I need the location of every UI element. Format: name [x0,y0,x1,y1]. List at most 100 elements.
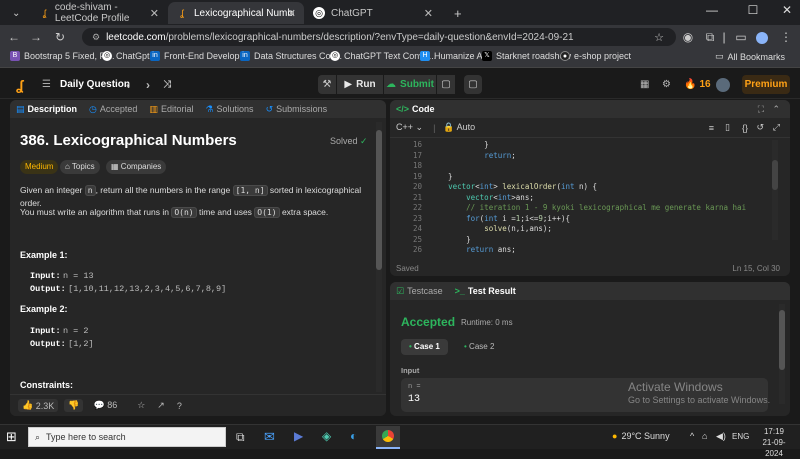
tab-chatgpt[interactable]: ◎ ChatGPT ✕ [305,2,441,24]
bookmark-item[interactable]: B Bootstrap 5 Fixed, Fl... [10,51,115,61]
code-line[interactable]: 25 } [390,235,770,246]
code-line[interactable]: 22 // iteration 1 - 9 kyoki lexicographi… [390,203,770,214]
task-view-icon[interactable]: ⧉ [236,430,245,445]
windows-start-icon[interactable]: ⊞ [6,430,20,444]
user-avatar[interactable] [716,75,730,94]
format-icon[interactable]: ≡ [709,123,714,133]
close-icon[interactable]: ✕ [424,7,433,20]
minimize-button[interactable]: — [702,3,722,17]
bookmark-star-icon[interactable]: ☆ [654,31,664,44]
comments-button[interactable]: 💬 86 [93,400,117,411]
premium-button[interactable]: Premium [742,75,790,94]
profile-avatar[interactable] [754,29,770,45]
result-scrollbar-thumb[interactable] [779,310,785,370]
tab-solutions[interactable]: ⚗ Solutions [205,104,253,115]
close-window-button[interactable]: ✕ [777,3,797,17]
menu-kebab-icon[interactable]: ⋮ [778,29,794,45]
tab-lexicographical-numbers[interactable]: ʆ Lexicographical Numbers - Leet ✕ [168,2,304,24]
submit-button[interactable]: ☁ Submit [384,75,436,94]
close-icon[interactable]: ✕ [150,7,159,20]
notes-button[interactable]: ▢ [437,75,455,94]
companies-badge[interactable]: ▦ Companies [106,160,167,174]
code-line[interactable]: 23 for(int i =1;i<=9;i++){ [390,214,770,225]
help-icon[interactable]: ? [177,401,182,411]
share-icon[interactable]: ↗ [157,400,165,411]
bookmark-icon[interactable]: ▯ [725,122,730,133]
bookmark-item[interactable]: 𝕏 Starknet roadshow [482,51,571,61]
taskbar-search-box[interactable]: ⌕ Type here to search [28,427,226,447]
like-button[interactable]: 👍 2.3K [18,399,59,412]
collapse-icon[interactable]: ⌃ [772,104,780,115]
tab-testcase[interactable]: ☑ Testcase [396,286,443,297]
close-icon[interactable]: ✕ [287,7,296,20]
code-line[interactable]: 16 } [390,140,770,151]
panel-layout-button[interactable]: ▢ [464,75,482,94]
dislike-button[interactable]: 👎 [64,399,84,412]
braces-icon[interactable]: {} [742,123,748,133]
clock[interactable]: 17:19 21-09-2024 [754,426,794,459]
maps-icon[interactable]: ◈ [322,429,331,443]
code-line[interactable]: 26 return ans; [390,245,770,256]
tab-description[interactable]: ▤ Description [16,104,77,115]
problem-list-icon[interactable]: ☰ [42,75,51,94]
new-tab-button[interactable]: + [446,2,466,24]
edge-icon[interactable]: ◐ [350,429,357,443]
powershell-icon[interactable]: ▶ [294,429,303,443]
code-line[interactable]: 24 solve(n,i,ans); [390,224,770,235]
extension-icon[interactable]: ◉ [680,29,696,45]
address-bar[interactable]: ⚙ leetcode.com /problems/lexicographical… [82,28,676,46]
tab-leetcode-profile[interactable]: ʆ code-shivam - LeetCode Profile ✕ [32,2,167,24]
run-button[interactable]: ▶ Run [337,75,383,94]
favorite-star-icon[interactable]: ☆ [137,400,145,411]
leetcode-logo-icon[interactable]: ʆ [16,75,24,94]
topics-badge[interactable]: ⌂ Topics [60,160,100,174]
expand-icon[interactable]: ⤢ [773,122,780,133]
mail-icon[interactable]: ✉ [264,429,275,445]
scrollbar-thumb[interactable] [376,130,382,270]
auto-mode-toggle[interactable]: 🔒 Auto [443,122,475,133]
result-scrollbar-track[interactable] [779,304,785,404]
bookmark-item[interactable]: ◎ ChatGpt [102,51,150,61]
next-question-button[interactable]: › [146,75,150,94]
network-icon[interactable]: ⌂ [702,431,707,441]
side-panel-icon[interactable]: ▭ [733,29,749,45]
case-2-tab[interactable]: • Case 2 [460,339,498,355]
reset-icon[interactable]: ↺ [756,122,764,133]
maximize-icon[interactable]: ⛶ [758,104,764,115]
bookmark-item[interactable]: ● e-shop project [560,51,631,61]
bookmark-item[interactable]: in Data Structures Coll... [240,51,342,61]
maximize-button[interactable]: ☐ [743,3,763,17]
shuffle-icon[interactable]: ⤨ [163,75,171,94]
weather-widget[interactable]: ● 29°C Sunny [612,431,670,441]
tab-test-result[interactable]: >_ Test Result [455,286,516,296]
code-line[interactable]: 18 [390,161,770,172]
bookmark-item[interactable]: H Humanize AI [420,51,485,61]
chrome-taskbar-button[interactable] [376,426,400,449]
bookmark-item[interactable]: in Front-End Develop... [150,51,247,61]
tab-code[interactable]: </> Code [396,104,435,114]
editor-scrollbar-thumb[interactable] [772,160,778,190]
settings-gear-icon[interactable]: ⚙ [662,75,671,94]
forward-button[interactable]: → [28,29,44,45]
volume-icon[interactable]: ◀) [716,431,726,442]
tab-submissions[interactable]: ↺ Submissions [266,104,328,115]
code-line[interactable]: 21 vector<int>ans; [390,193,770,204]
streak-counter[interactable]: 🔥 16 [684,75,711,94]
editor-scrollbar-track[interactable] [772,140,778,240]
case-1-tab[interactable]: • Case 1 [401,339,448,355]
code-editor[interactable]: 16 } 17 return; 18 19 } 20 vector<int> lexic… [390,140,782,254]
site-info-icon[interactable]: ⚙ [92,32,100,43]
code-line[interactable]: 19 } [390,172,770,183]
scrollbar-track[interactable] [376,122,382,392]
tab-editorial[interactable]: ▥ Editorial [149,104,193,115]
daily-question-button[interactable]: Daily Question [60,75,130,94]
tab-search-button[interactable]: ⌄ [8,2,28,24]
debug-button[interactable]: ⚒ [318,75,336,94]
code-line[interactable]: 20 vector<int> lexicalOrder(int n) { [390,182,770,193]
all-bookmarks-folder[interactable]: ▭ All Bookmarks [715,51,785,62]
layout-grid-icon[interactable]: ▦ [640,75,649,94]
language-indicator[interactable]: ENG [732,432,749,441]
tab-accepted[interactable]: ◷ Accepted [89,104,137,115]
language-select[interactable]: C++ ⌄ [396,122,423,133]
reload-button[interactable]: ↻ [52,29,68,45]
